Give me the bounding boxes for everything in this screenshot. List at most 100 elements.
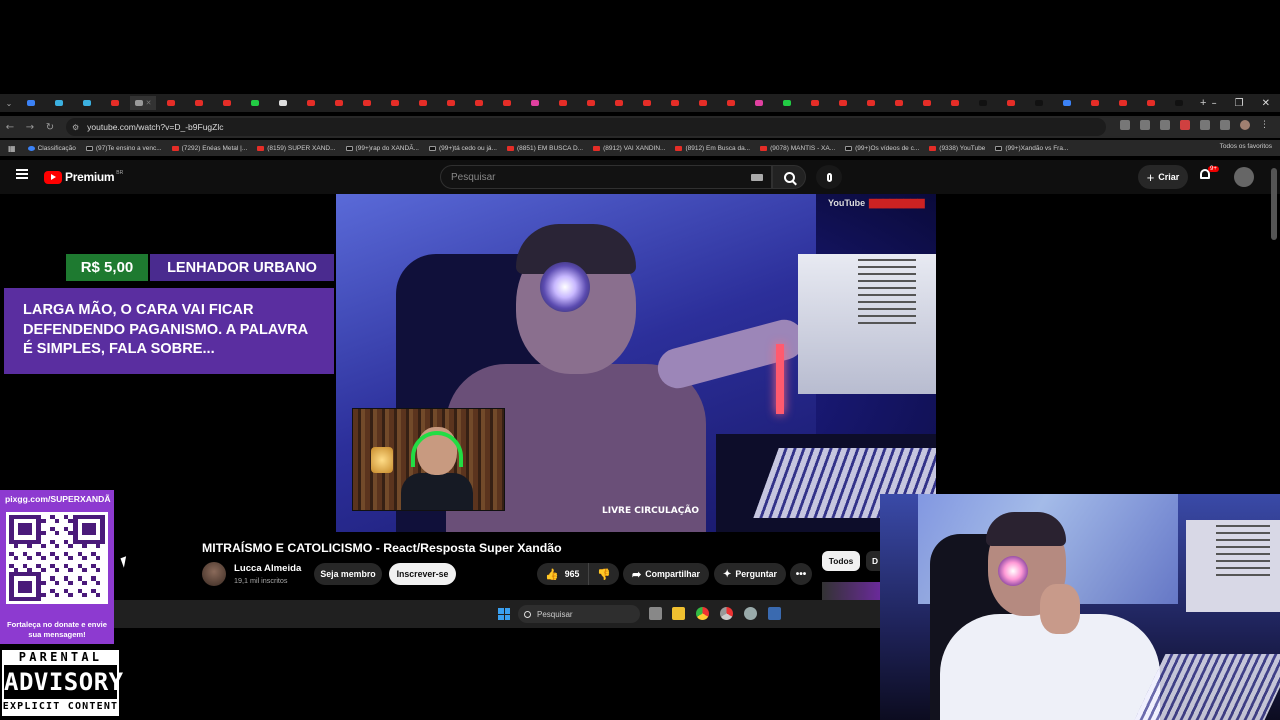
browser-tab[interactable]	[522, 96, 548, 110]
account-avatar[interactable]	[1234, 167, 1254, 187]
browser-tab[interactable]	[858, 96, 884, 110]
browser-tab[interactable]	[1026, 96, 1052, 110]
minimize-button[interactable]: –	[1212, 98, 1217, 109]
chrome-alt-icon[interactable]	[720, 607, 733, 620]
channel-name[interactable]: Lucca Almeida	[234, 563, 301, 574]
browser-tab[interactable]	[466, 96, 492, 110]
forward-icon[interactable]: →	[20, 122, 40, 133]
browser-tab[interactable]	[886, 96, 912, 110]
hamburger-menu-icon[interactable]	[16, 169, 28, 179]
page-scrollbar[interactable]	[1271, 168, 1277, 240]
browser-tab[interactable]	[298, 96, 324, 110]
browser-tab[interactable]	[578, 96, 604, 110]
bookmark-item[interactable]: (8912) Em Busca da...	[675, 145, 750, 152]
bookmark-item[interactable]: (8851) EM BUSCA D...	[506, 145, 583, 152]
address-bar[interactable]: ⚙ youtube.com/watch?v=D_-b9FugZlc	[66, 118, 1106, 136]
browser-tab[interactable]	[326, 96, 352, 110]
bookmark-item[interactable]: (8159) SUPER XAND...	[257, 145, 336, 152]
browser-tab[interactable]	[438, 96, 464, 110]
chip-all[interactable]: Todos	[822, 551, 860, 571]
browser-tab[interactable]	[690, 96, 716, 110]
star-icon[interactable]	[1160, 120, 1170, 130]
recommended-thumbnail[interactable]	[822, 582, 880, 600]
dislike-button[interactable]: 👎	[589, 563, 619, 585]
all-bookmarks-folder[interactable]: Todos os favoritos	[1220, 143, 1272, 150]
bookmark-item[interactable]: Classificação	[27, 145, 76, 152]
menu-icon[interactable]: ⋮	[1260, 120, 1270, 130]
reload-icon[interactable]: ↻	[40, 122, 60, 133]
browser-tab[interactable]	[410, 96, 436, 110]
browser-tab[interactable]	[970, 96, 996, 110]
settings-icon[interactable]	[744, 607, 757, 620]
bookmark-item[interactable]: (9078) MANTIS - XA...	[760, 145, 835, 152]
chrome-icon[interactable]	[696, 607, 709, 620]
bookmark-item[interactable]: (99+)rap do XANDÃ...	[345, 145, 419, 152]
extensions-puzzle-icon[interactable]	[1200, 120, 1210, 130]
task-view-icon[interactable]	[649, 607, 662, 620]
browser-tab[interactable]	[382, 96, 408, 110]
tab-search-icon[interactable]: ⌄	[0, 99, 18, 108]
browser-tab[interactable]	[186, 96, 212, 110]
browser-tab[interactable]	[606, 96, 632, 110]
browser-tab[interactable]	[830, 96, 856, 110]
browser-tab[interactable]	[634, 96, 660, 110]
browser-tab[interactable]	[242, 96, 268, 110]
browser-tab[interactable]	[746, 96, 772, 110]
browser-tab[interactable]	[1110, 96, 1136, 110]
bookmark-item[interactable]: (8912) VAI XANDIN...	[593, 145, 665, 152]
chip-next[interactable]: D	[866, 551, 880, 571]
browser-tab[interactable]: ✕	[130, 96, 156, 110]
voice-search-button[interactable]	[816, 165, 842, 189]
browser-tab[interactable]	[774, 96, 800, 110]
bookmark-item[interactable]: (7292) Enéas Metal |...	[171, 145, 247, 152]
browser-tab[interactable]	[270, 96, 296, 110]
browser-tab[interactable]	[998, 96, 1024, 110]
browser-tab[interactable]	[46, 96, 72, 110]
reading-list-icon[interactable]	[1220, 120, 1230, 130]
bookmark-item[interactable]: (99+)Xandão vs Fra...	[995, 145, 1068, 152]
keyboard-icon[interactable]	[751, 174, 763, 181]
browser-tab[interactable]	[802, 96, 828, 110]
browser-tab[interactable]	[1082, 96, 1108, 110]
taskbar-search[interactable]: Pesquisar	[518, 605, 640, 623]
browser-tab[interactable]	[662, 96, 688, 110]
browser-tab[interactable]	[550, 96, 576, 110]
browser-tab[interactable]	[1166, 96, 1192, 110]
bookmark-item[interactable]: (99+)tá cedo ou já...	[428, 145, 497, 152]
browser-tab[interactable]	[102, 96, 128, 110]
close-window-button[interactable]: ✕	[1262, 98, 1270, 109]
share-button[interactable]: ➦ Compartilhar	[623, 563, 709, 585]
ask-button[interactable]: ✦ Perguntar	[714, 563, 786, 585]
browser-tab[interactable]	[18, 96, 44, 110]
channel-avatar[interactable]	[202, 562, 226, 586]
cast-icon[interactable]	[1120, 120, 1130, 130]
browser-tab[interactable]	[718, 96, 744, 110]
youtube-premium-logo[interactable]: Premium BR	[44, 170, 123, 184]
more-actions-button[interactable]: •••	[790, 563, 812, 585]
notifications-button[interactable]: 9+	[1200, 166, 1219, 181]
browser-tab[interactable]	[214, 96, 240, 110]
join-button[interactable]: Seja membro	[314, 563, 382, 585]
browser-tab[interactable]	[1138, 96, 1164, 110]
close-tab-icon[interactable]: ✕	[146, 99, 152, 107]
zoom-icon[interactable]	[1140, 120, 1150, 130]
browser-tab[interactable]	[354, 96, 380, 110]
back-icon[interactable]: ←	[0, 122, 20, 133]
profile-icon[interactable]	[1240, 120, 1250, 130]
create-button[interactable]: + Criar	[1138, 165, 1188, 189]
extension-icon[interactable]	[1180, 120, 1190, 130]
maximize-button[interactable]: ❐	[1235, 98, 1244, 109]
new-tab-button[interactable]: +	[1200, 97, 1206, 109]
file-explorer-icon[interactable]	[672, 607, 685, 620]
like-button[interactable]: 👍 965	[537, 563, 589, 585]
browser-tab[interactable]	[942, 96, 968, 110]
bookmark-item[interactable]: (99+)Os vídeos de c...	[845, 145, 919, 152]
browser-tab[interactable]	[914, 96, 940, 110]
bookmark-item[interactable]: (9338) YouTube	[929, 145, 985, 152]
search-button[interactable]	[772, 165, 806, 189]
search-input[interactable]	[451, 171, 731, 183]
windows-start-icon[interactable]	[498, 608, 510, 620]
browser-tab[interactable]	[74, 96, 100, 110]
browser-tab[interactable]	[494, 96, 520, 110]
bookmark-item[interactable]: (97)Te ensino a venc...	[85, 145, 162, 152]
